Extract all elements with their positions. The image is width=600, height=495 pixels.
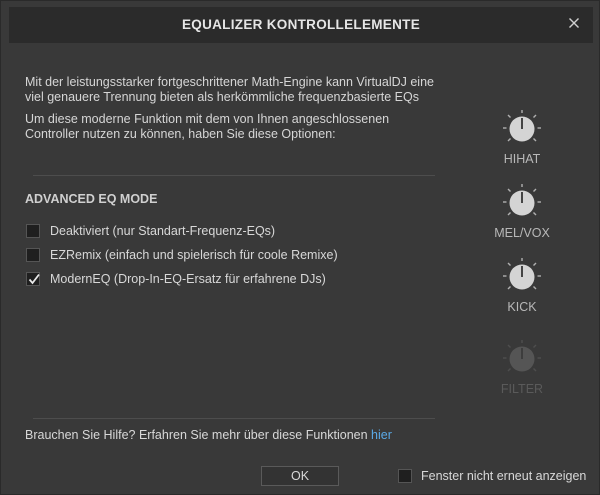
close-icon[interactable]	[565, 14, 583, 32]
knob-icon[interactable]	[500, 108, 544, 148]
knob-kick[interactable]: KICK	[482, 256, 562, 314]
intro-paragraph-1: Mit der leistungsstarker fortgeschritten…	[25, 75, 434, 104]
help-label: Brauchen Sie Hilfe? Erfahren Sie mehr üb…	[25, 428, 372, 442]
dialog-titlebar: EQUALIZER KONTROLLELEMENTE	[9, 7, 593, 43]
dont-show-again[interactable]: Fenster nicht erneut anzeigen	[398, 469, 586, 483]
advanced-eq-title: ADVANCED EQ MODE	[25, 192, 158, 206]
knob-hihat[interactable]: HIHAT	[482, 108, 562, 166]
divider-top	[33, 175, 435, 176]
ok-button[interactable]: OK	[261, 466, 339, 486]
knob-icon[interactable]	[500, 182, 544, 222]
checkbox-dont-show[interactable]	[398, 469, 412, 483]
dialog-title: EQUALIZER KONTROLLELEMENTE	[181, 17, 421, 32]
checkmark-icon	[28, 273, 40, 285]
option-label: Deaktiviert (nur Standart-Frequenz-EQs)	[50, 224, 276, 238]
checkbox-ezremix[interactable]	[26, 248, 40, 262]
option-deaktiviert[interactable]: Deaktiviert (nur Standart-Frequenz-EQs)	[26, 223, 275, 239]
checkbox-deaktiviert[interactable]	[26, 224, 40, 238]
knob-icon[interactable]	[500, 256, 544, 296]
knob-label-hihat: HIHAT	[503, 152, 541, 166]
divider-bottom	[33, 418, 435, 419]
intro-paragraph-2: Um diese moderne Funktion mit dem von Ih…	[25, 112, 390, 141]
knob-label-kick: KICK	[507, 300, 537, 314]
equalizer-dialog: EQUALIZER KONTROLLELEMENTE Mit der leist…	[0, 0, 600, 495]
option-ezremix[interactable]: EZRemix (einfach und spielerisch für coo…	[26, 247, 338, 263]
knob-filter: FILTER	[482, 338, 562, 396]
option-label: ModernEQ (Drop-In-EQ-Ersatz für erfahren…	[50, 272, 326, 286]
knob-melvox[interactable]: MEL/VOX	[482, 182, 562, 240]
knob-label-filter: FILTER	[500, 382, 544, 396]
option-moderneq[interactable]: ModernEQ (Drop-In-EQ-Ersatz für erfahren…	[26, 271, 326, 287]
checkbox-moderneq[interactable]	[26, 272, 40, 286]
dont-show-label: Fenster nicht erneut anzeigen	[421, 469, 587, 483]
option-label: EZRemix (einfach und spielerisch für coo…	[50, 248, 338, 262]
intro-text: Mit der leistungsstarker fortgeschritten…	[25, 75, 445, 149]
help-text: Brauchen Sie Hilfe? Erfahren Sie mehr üb…	[25, 428, 392, 442]
help-link[interactable]: hier	[371, 428, 392, 442]
knob-label-melvox: MEL/VOX	[494, 226, 550, 240]
knob-icon	[503, 340, 541, 372]
